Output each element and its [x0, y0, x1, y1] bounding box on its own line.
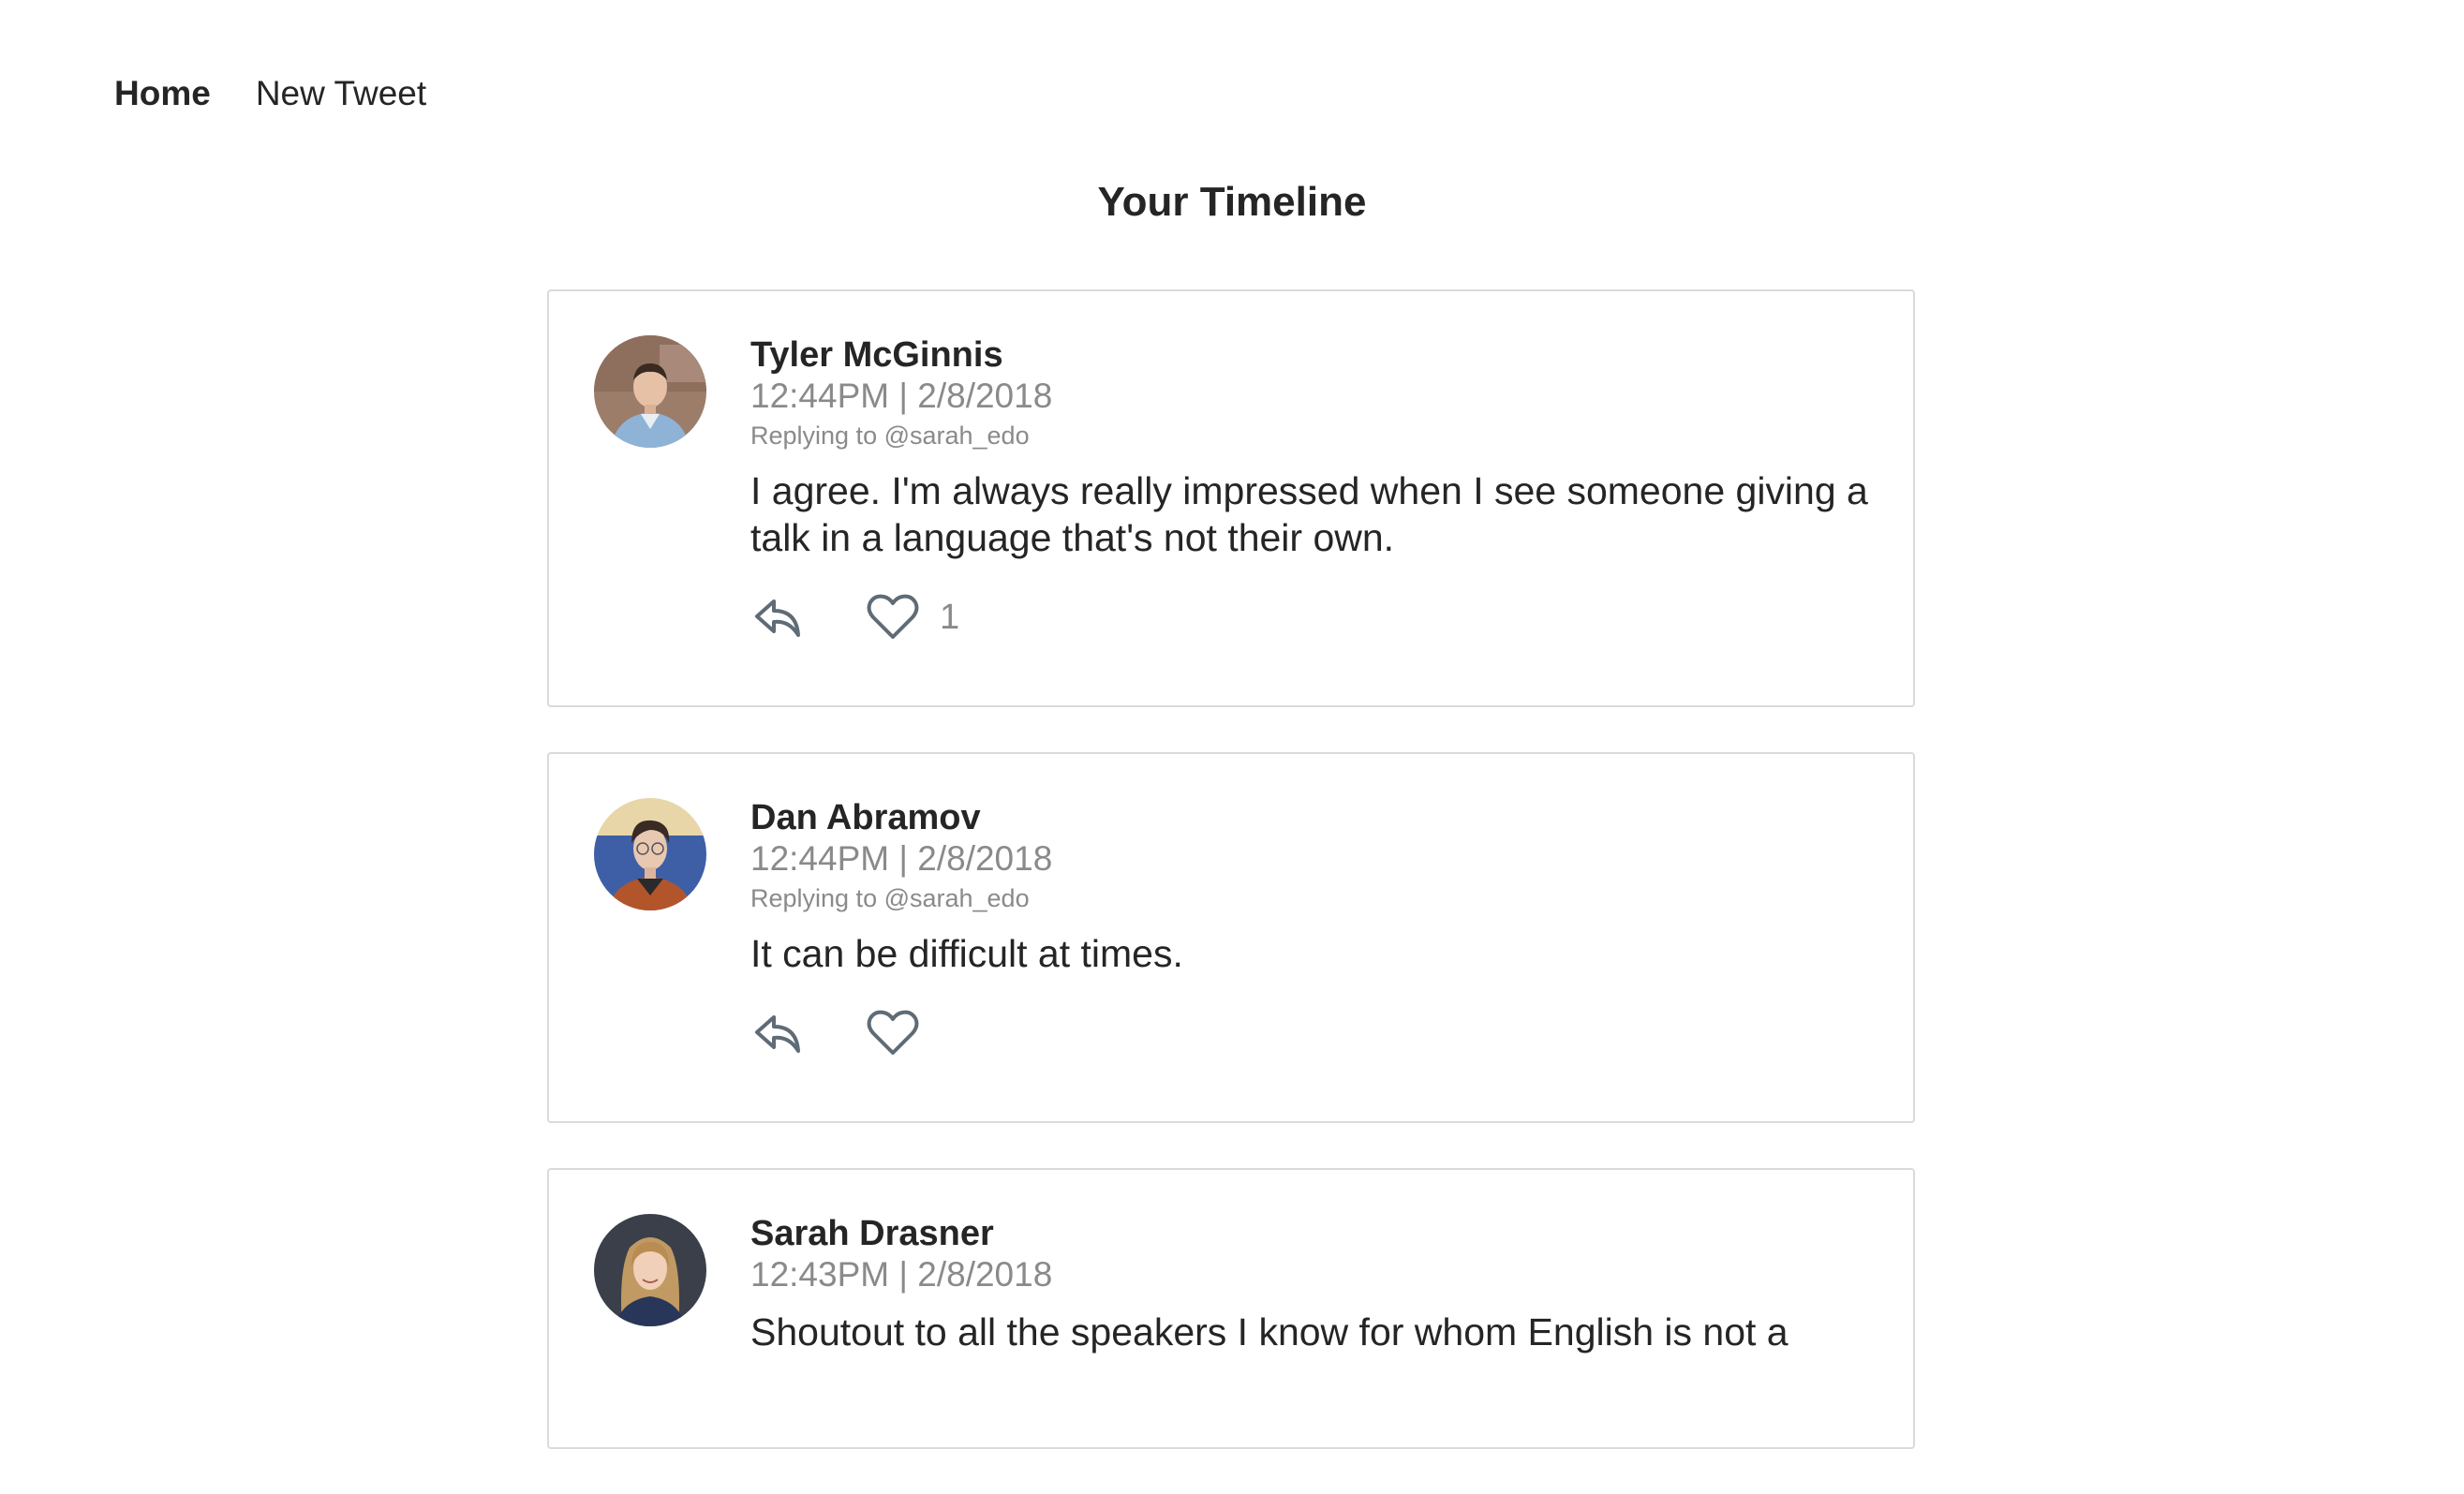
tweet-author: Sarah Drasner — [750, 1214, 994, 1253]
tweet-timestamp: 12:44PM | 2/8/2018 — [750, 377, 1053, 415]
like-button[interactable] — [865, 589, 921, 645]
avatar — [594, 1214, 706, 1326]
top-nav: Home New Tweet — [114, 71, 426, 116]
tweet-actions — [750, 1005, 1868, 1061]
tweet-text: I agree. I'm always really impressed whe… — [750, 469, 1868, 559]
timeline-list: Tyler McGinnis 12:44PM | 2/8/2018 Replyi… — [547, 289, 1915, 1494]
avatar-image — [594, 798, 706, 910]
heart-outline-icon — [867, 1010, 919, 1055]
tweet-replying-to[interactable]: Replying to @sarah_edo — [750, 880, 1868, 917]
tweet-card[interactable]: Sarah Drasner 12:43PM | 2/8/2018 Shoutou… — [547, 1168, 1915, 1449]
reply-arrow-icon — [755, 599, 800, 637]
avatar-image — [594, 1214, 706, 1326]
heart-outline-icon — [867, 594, 919, 639]
reply-button[interactable] — [750, 589, 807, 645]
avatar — [594, 335, 706, 448]
tweet-text: It can be difficult at times. — [750, 932, 1183, 975]
tweet-author: Dan Abramov — [750, 798, 981, 837]
like-button[interactable] — [865, 1005, 921, 1061]
reply-button[interactable] — [750, 1005, 807, 1061]
tweet-timestamp: 12:43PM | 2/8/2018 — [750, 1255, 1053, 1294]
tweet-replying-to[interactable]: Replying to @sarah_edo — [750, 417, 1868, 454]
avatar — [594, 798, 706, 910]
avatar-image — [594, 335, 706, 448]
nav-new-tweet-link[interactable]: New Tweet — [256, 71, 426, 116]
tweet-card[interactable]: Tyler McGinnis 12:44PM | 2/8/2018 Replyi… — [547, 289, 1915, 707]
like-count: 1 — [940, 597, 960, 637]
tweet-timestamp: 12:44PM | 2/8/2018 — [750, 839, 1053, 878]
tweet-actions: 1 — [750, 589, 1868, 645]
reply-arrow-icon — [755, 1015, 800, 1053]
nav-home-link[interactable]: Home — [114, 71, 211, 116]
tweet-card[interactable]: Dan Abramov 12:44PM | 2/8/2018 Replying … — [547, 752, 1915, 1123]
page-title: Your Timeline — [1097, 179, 1367, 225]
tweet-text: Shoutout to all the speakers I know for … — [750, 1310, 1789, 1353]
tweet-author: Tyler McGinnis — [750, 335, 1003, 375]
